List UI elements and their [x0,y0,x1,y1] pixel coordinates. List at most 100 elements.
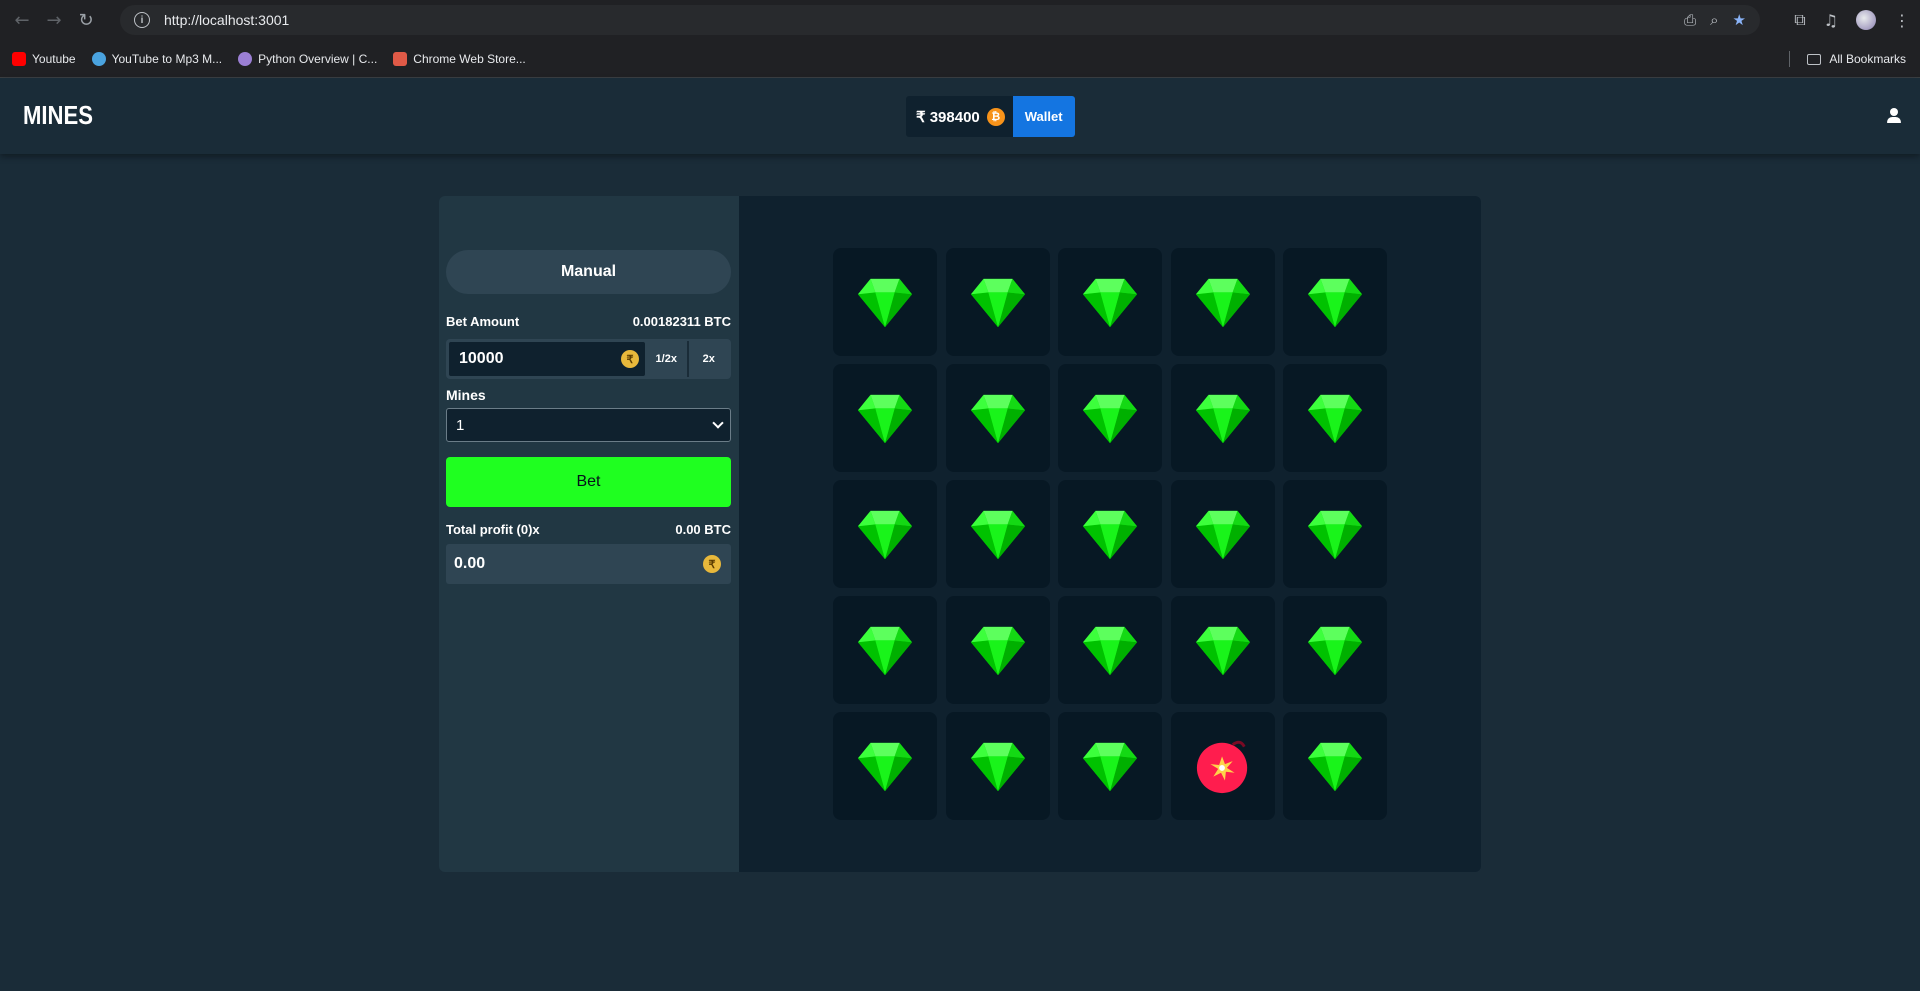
gem-icon [1308,510,1362,560]
bet-amount-btc: 0.00182311 BTC [632,314,731,329]
mine-tile[interactable] [1170,712,1275,820]
total-profit-label: Total profit (0)x [446,522,540,537]
address-bar[interactable]: i http://localhost:3001 ⎙ ⌕ ★ [120,5,1760,35]
menu-icon[interactable]: ⋮ [1894,11,1910,30]
gem-tile[interactable] [1058,596,1162,704]
zoom-icon[interactable]: ⌕ [1710,11,1718,29]
gem-icon [858,510,912,560]
gem-icon [1308,742,1362,792]
gem-tile[interactable] [833,480,937,588]
reload-icon[interactable]: ↻ [70,4,102,36]
gem-tile[interactable] [833,712,937,820]
bookmark-star-icon[interactable]: ★ [1733,11,1746,29]
install-app-icon[interactable]: ⎙ [1684,11,1696,29]
bet-amount-input[interactable]: 10000 ₹ [448,341,646,377]
gem-tile[interactable] [1283,248,1387,356]
bet-amount-label: Bet Amount [446,314,520,329]
total-profit-btc: 0.00 BTC [675,522,731,537]
logo[interactable]: MINES [23,100,93,131]
bet-amount-value: 10000 [459,350,504,367]
gem-tile[interactable] [1058,248,1162,356]
profile-avatar[interactable] [1856,10,1876,30]
wallet-button[interactable]: Wallet [1012,96,1075,137]
gem-tile[interactable] [945,596,1050,704]
profit-row: Total profit (0)x 0.00 BTC [446,522,731,537]
gem-icon [1195,278,1250,328]
double-bet-button[interactable]: 2x [686,341,730,377]
browser-toolbar: ← → ↻ i http://localhost:3001 ⎙ ⌕ ★ ⧉ ♫ … [0,0,1920,40]
gem-icon [1308,278,1362,328]
gem-tile[interactable] [1170,480,1275,588]
game-container: Manual Bet Amount 0.00182311 BTC 10000 ₹… [439,196,1481,872]
folder-icon [1807,53,1822,65]
gem-icon [1083,394,1137,444]
url-text[interactable]: http://localhost:3001 [164,12,289,28]
gem-icon [1195,394,1250,444]
gem-tile[interactable] [1058,712,1162,820]
chevron-down-icon [712,417,724,429]
app-header: MINES ₹ 398400 ₿ Wallet [0,78,1920,154]
gem-tile[interactable] [945,364,1050,472]
bet-amount-row: Bet Amount 0.00182311 BTC [446,314,731,329]
gem-tile[interactable] [945,480,1050,588]
gem-tile[interactable] [1283,596,1387,704]
gem-icon [970,510,1025,560]
gem-icon [970,278,1025,328]
gem-icon [1083,510,1137,560]
bet-amount-control: 10000 ₹ 1/2x 2x [446,339,731,379]
gem-tile[interactable] [833,364,937,472]
mines-select[interactable]: 1 [446,408,731,442]
total-profit-value: 0.00 [454,555,486,572]
mines-select-value: 1 [456,416,465,434]
bookmark-chrome-store[interactable]: Chrome Web Store... [393,51,526,66]
bookmark-youtube[interactable]: Youtube [12,51,76,66]
balance-amount: ₹ 398400 [916,108,980,126]
forward-icon[interactable]: → [38,4,70,36]
gem-tile[interactable] [945,712,1050,820]
gem-tile[interactable] [1283,364,1387,472]
python-icon [238,51,253,66]
gem-icon [1083,278,1137,328]
gem-icon [1083,742,1137,792]
gem-icon [970,742,1025,792]
gem-icon [858,742,912,792]
gem-tile[interactable] [1283,480,1387,588]
bookmark-yt-mp3[interactable]: YouTube to Mp3 M... [91,51,222,66]
site-info-icon[interactable]: i [134,12,150,28]
cloud-icon [91,51,106,66]
bitcoin-icon: ₿ [986,107,1005,126]
user-icon[interactable] [1886,108,1902,124]
all-bookmarks[interactable]: All Bookmarks [1807,40,1906,78]
gem-icon [1083,626,1137,676]
gem-tile[interactable] [1058,364,1162,472]
gem-tile[interactable] [1283,712,1387,820]
gem-icon [858,278,912,328]
gem-icon [970,394,1025,444]
bet-button[interactable]: Bet [446,457,731,507]
gem-icon [1308,626,1362,676]
gem-icon [1195,626,1250,676]
bookmark-python[interactable]: Python Overview | C... [238,51,377,66]
gem-tile[interactable] [833,596,937,704]
half-bet-button[interactable]: 1/2x [646,341,687,377]
gem-icon [858,626,912,676]
media-icon[interactable]: ♫ [1824,11,1838,30]
gem-tile[interactable] [945,248,1050,356]
gem-icon [858,394,912,444]
tab-manual[interactable]: Manual [446,250,731,294]
rupee-coin-icon: ₹ [703,555,721,573]
gem-tile[interactable] [1170,248,1275,356]
balance-box: ₹ 398400 ₿ Wallet [906,96,1075,137]
extensions-icon[interactable]: ⧉ [1794,10,1805,30]
bookmarks-separator [1789,51,1790,67]
gem-tile[interactable] [1058,480,1162,588]
mine-icon [1196,740,1247,794]
gem-tile[interactable] [1170,596,1275,704]
gem-tile[interactable] [1170,364,1275,472]
total-profit-field[interactable]: 0.00 ₹ [446,544,731,584]
chrome-store-icon [393,51,408,66]
balance-display[interactable]: ₹ 398400 ₿ [906,96,1013,137]
back-icon[interactable]: ← [6,4,38,36]
mines-label: Mines [446,387,486,403]
gem-tile[interactable] [833,248,937,356]
